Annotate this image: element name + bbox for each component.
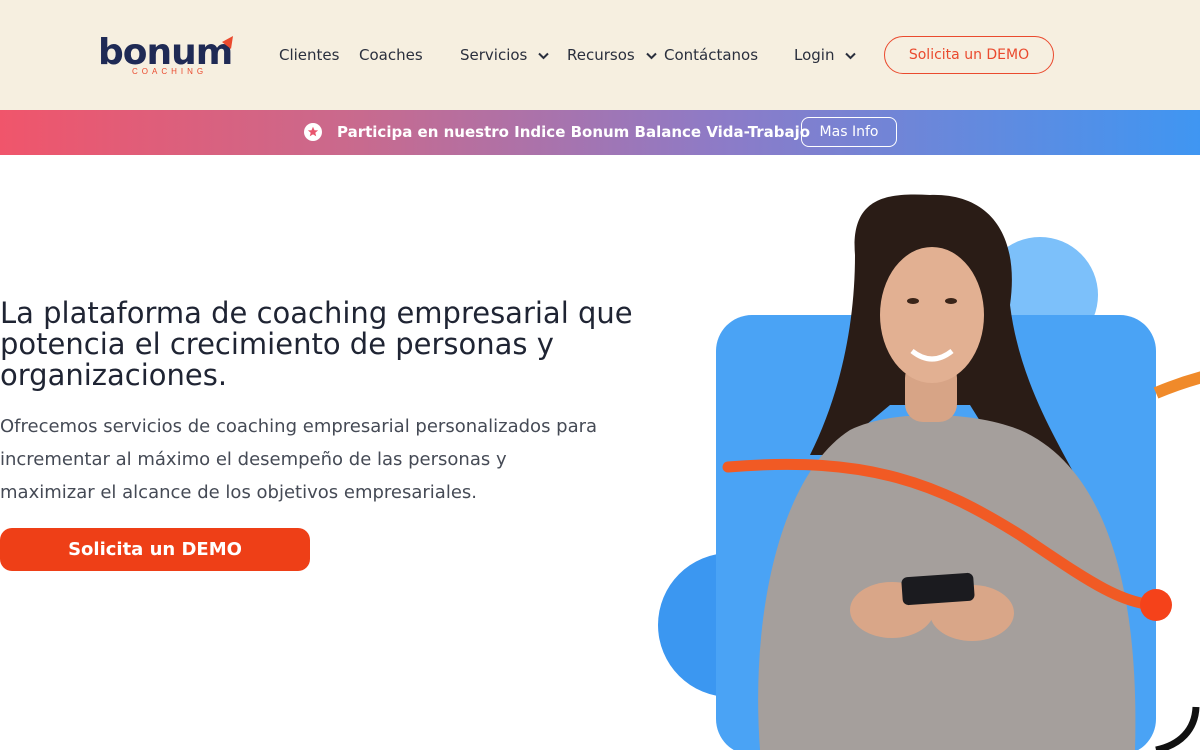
announcement-banner: Participa en nuestro Indice Bonum Balanc… — [0, 110, 1200, 155]
orange-dot — [1140, 589, 1172, 621]
logo-accent-icon — [222, 36, 233, 49]
site-header: bonum COACHING Clientes Coaches Servicio… — [0, 0, 1200, 110]
black-arc — [1155, 706, 1200, 750]
hero-description: Ofrecemos servicios de coaching empresar… — [0, 416, 598, 503]
logo-subtext: COACHING — [132, 67, 208, 76]
chevron-down-icon — [538, 52, 549, 59]
hero-title: La plataforma de coaching empresarial qu… — [0, 296, 633, 392]
chevron-down-icon — [845, 52, 856, 59]
nav-coaches[interactable]: Coaches — [359, 46, 423, 64]
nav-login-label: Login — [794, 46, 835, 64]
header-demo-button[interactable]: Solicita un DEMO — [884, 36, 1054, 74]
phone — [901, 572, 975, 606]
nav-login[interactable]: Login — [794, 46, 856, 64]
hero-demo-button[interactable]: Solicita un DEMO — [0, 528, 310, 571]
chevron-down-icon — [645, 52, 657, 59]
woman-eye-right — [945, 298, 957, 304]
hero-illustration — [658, 194, 1200, 750]
bonum-logo[interactable]: bonum COACHING — [98, 32, 238, 80]
banner-text: Participa en nuestro Indice Bonum Balanc… — [337, 123, 811, 141]
woman-face — [880, 247, 984, 383]
nav-servicios-label: Servicios — [460, 46, 528, 64]
mas-info-button[interactable]: Mas Info — [801, 117, 897, 147]
nav-clientes[interactable]: Clientes — [279, 46, 339, 64]
star-circle-icon — [304, 123, 322, 141]
nav-contactanos[interactable]: Contáctanos — [664, 46, 758, 64]
nav-servicios[interactable]: Servicios — [460, 46, 549, 64]
nav-recursos[interactable]: Recursos — [567, 46, 657, 64]
nav-recursos-label: Recursos — [567, 46, 635, 64]
woman-eye-left — [907, 298, 919, 304]
orange-curve-top — [1153, 371, 1200, 399]
